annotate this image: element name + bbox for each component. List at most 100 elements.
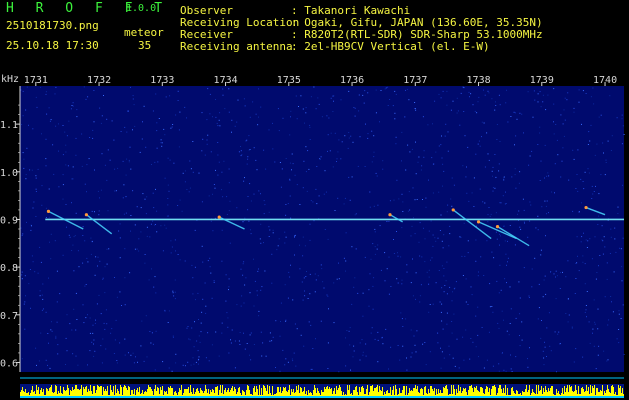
noise-speck: [410, 329, 412, 331]
noise-speck: [515, 187, 517, 189]
noise-speck: [72, 105, 74, 107]
noise-speck: [65, 337, 67, 339]
noise-speck: [128, 159, 130, 161]
noise-speck: [92, 137, 94, 139]
noise-speck: [374, 253, 376, 255]
noise-speck: [483, 89, 484, 91]
noise-speck: [66, 314, 68, 316]
noise-speck: [231, 131, 232, 133]
noise-speck: [401, 318, 403, 320]
noise-speck: [153, 286, 155, 288]
noise-speck: [151, 164, 152, 165]
noise-speck: [527, 236, 529, 238]
noise-speck: [606, 360, 608, 362]
noise-speck: [573, 361, 575, 363]
spectrogram-chart: kHz 1731 1732 1733 1734 1735 1736 1737 1738 1739 1…: [0, 72, 629, 400]
noise-speck: [299, 268, 301, 270]
noise-speck: [300, 334, 302, 336]
noise-speck: [537, 93, 539, 95]
noise-speck: [238, 340, 240, 342]
noise-speck: [309, 126, 311, 128]
noise-speck: [350, 369, 351, 371]
noise-speck: [592, 332, 593, 334]
noise-speck: [606, 278, 608, 280]
noise-speck: [210, 151, 212, 153]
noise-speck: [402, 201, 404, 203]
noise-speck: [265, 168, 267, 170]
noise-speck: [347, 147, 349, 149]
noise-speck: [84, 240, 86, 242]
y-tick-label: 1.1: [0, 120, 18, 131]
noise-speck: [416, 199, 418, 200]
noise-speck: [334, 210, 336, 211]
noise-speck: [47, 364, 48, 366]
noise-speck: [333, 100, 334, 102]
noise-speck: [217, 154, 219, 156]
noise-speck: [450, 109, 452, 111]
noise-speck: [168, 190, 170, 192]
noise-speck: [93, 339, 95, 341]
noise-speck: [523, 221, 525, 223]
noise-speck: [45, 138, 47, 140]
noise-speck: [54, 240, 56, 242]
noise-speck: [135, 356, 136, 358]
noise-speck: [475, 315, 477, 317]
noise-speck: [510, 116, 512, 117]
noise-speck: [345, 260, 347, 262]
noise-speck: [351, 303, 353, 305]
noise-speck: [443, 170, 445, 172]
noise-speck: [75, 355, 77, 357]
noise-speck: [603, 350, 605, 352]
noise-speck: [406, 271, 408, 273]
noise-speck: [420, 169, 422, 171]
noise-speck: [396, 278, 398, 280]
noise-speck: [77, 364, 79, 366]
noise-speck: [101, 115, 103, 117]
noise-speck: [167, 322, 169, 323]
noise-speck: [134, 125, 136, 127]
noise-speck: [575, 278, 577, 279]
noise-speck: [256, 294, 258, 296]
noise-speck: [150, 342, 152, 344]
noise-speck: [450, 198, 452, 200]
noise-speck: [487, 153, 489, 155]
noise-speck: [364, 166, 366, 167]
noise-speck: [405, 318, 407, 320]
noise-speck: [141, 320, 143, 322]
noise-speck: [22, 233, 24, 235]
noise-speck: [240, 150, 242, 152]
noise-speck: [481, 121, 483, 123]
noise-speck: [600, 114, 602, 116]
noise-speck: [599, 255, 601, 256]
noise-speck: [113, 353, 115, 354]
noise-speck: [388, 368, 389, 370]
noise-speck: [65, 144, 67, 146]
noise-speck: [585, 93, 587, 94]
noise-speck: [617, 213, 619, 214]
noise-speck: [499, 264, 501, 266]
noise-speck: [222, 94, 224, 96]
noise-speck: [427, 124, 429, 126]
noise-speck: [441, 287, 443, 289]
noise-speck: [543, 279, 545, 281]
noise-speck: [432, 303, 434, 305]
noise-speck: [298, 106, 299, 107]
noise-speck: [239, 344, 241, 345]
noise-speck: [198, 335, 200, 337]
noise-speck: [23, 303, 25, 305]
noise-speck: [189, 339, 191, 341]
noise-speck: [445, 280, 447, 282]
noise-speck: [158, 118, 160, 119]
noise-speck: [103, 95, 104, 96]
noise-speck: [45, 311, 47, 313]
noise-speck: [419, 295, 421, 297]
noise-speck: [563, 109, 565, 111]
noise-speck: [469, 96, 470, 98]
x-tick-label: 1735: [277, 75, 301, 86]
noise-speck: [73, 270, 75, 272]
noise-speck: [202, 138, 204, 140]
noise-speck: [468, 200, 470, 202]
noise-speck: [50, 233, 52, 235]
noise-speck: [104, 266, 106, 268]
noise-speck: [431, 157, 433, 159]
